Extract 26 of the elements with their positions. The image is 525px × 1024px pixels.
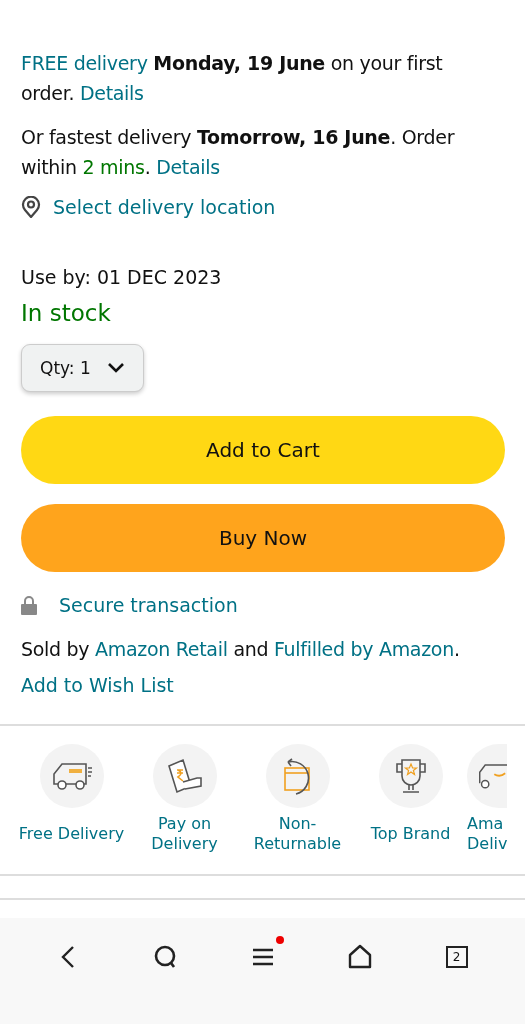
tab-count-icon[interactable]: 2: [445, 946, 468, 968]
lock-icon: [21, 595, 37, 615]
seller-link[interactable]: Fulfilled by Amazon: [273, 638, 454, 660]
details-link[interactable]: FREE delivery: [21, 52, 148, 74]
seller-link[interactable]: Amazon Retail: [95, 638, 228, 660]
add-to-cart-button[interactable]: Add to Cart: [21, 416, 505, 484]
select-location-link[interactable]: Select delivery location: [53, 196, 276, 218]
delivery-text: Or fastest delivery Tomorrow, 16 June. Order within 2 mins. Details: [21, 125, 456, 180]
stock-status: In stock: [21, 299, 112, 328]
feature-label: Non-Returnable: [252, 814, 343, 854]
feature-label: Free Delivery: [18, 824, 125, 844]
add-to-wish-list-link[interactable]: Add to Wish List: [21, 670, 485, 700]
quantity-dropdown[interactable]: Qty: 1: [21, 344, 144, 392]
feature-label: Ama Deliv: [467, 814, 508, 854]
buy-now-button[interactable]: Buy Now: [21, 504, 505, 572]
details-link[interactable]: Details: [156, 156, 220, 178]
chevron-down-icon: [106, 362, 125, 374]
use-by-date: Use by: 01 DEC 2023: [21, 265, 223, 290]
feature-label: Top Brand: [369, 824, 452, 844]
truck-icon: [467, 744, 507, 808]
location-pin-icon: [21, 196, 41, 218]
secure-transaction-link[interactable]: Secure transaction: [59, 594, 238, 616]
delivery-text: FREE delivery Monday, 19 June on your first order. Details: [21, 51, 444, 106]
details-link[interactable]: Details: [79, 82, 144, 104]
sold-by-text: Sold by Amazon Retail and Fulfilled by Amazon.: [21, 637, 461, 662]
feature-label: Pay on Delivery: [150, 814, 219, 854]
